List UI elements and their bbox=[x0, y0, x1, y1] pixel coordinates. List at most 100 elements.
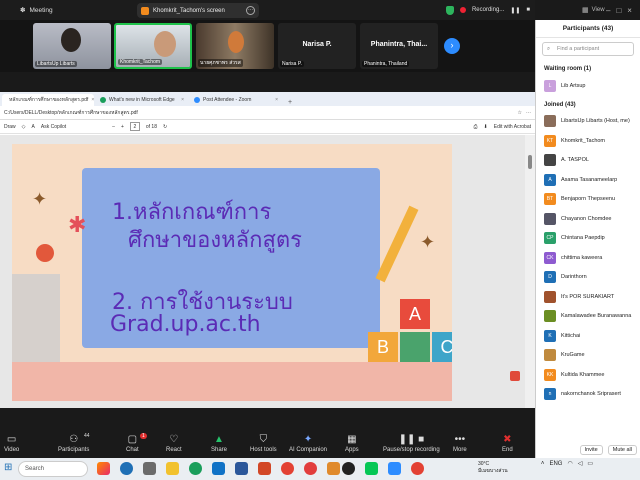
stop-icon[interactable]: ■ bbox=[526, 7, 530, 13]
chevron-up-icon[interactable]: ˄ bbox=[541, 461, 545, 467]
participant-row[interactable]: KT Khomkrit_Tachom bbox=[536, 131, 640, 151]
taskbar-search[interactable]: Search bbox=[18, 461, 88, 477]
media-player-icon[interactable] bbox=[342, 462, 355, 475]
outlook-icon[interactable] bbox=[212, 462, 225, 475]
participant-row[interactable]: LibartsUp Libarts (Host, me) bbox=[536, 112, 640, 132]
file-explorer-icon[interactable] bbox=[143, 462, 156, 475]
participant-row[interactable]: It's POR SURAKIART bbox=[536, 287, 640, 307]
chrome-icon[interactable] bbox=[411, 462, 424, 475]
opera-icon[interactable] bbox=[304, 462, 317, 475]
pdf-scrollbar[interactable] bbox=[525, 135, 535, 408]
app-icon[interactable] bbox=[327, 462, 340, 475]
wifi-icon[interactable]: ◠ bbox=[567, 460, 572, 467]
joined-header[interactable]: Joined (43) bbox=[536, 96, 640, 112]
save-icon[interactable]: ⬇ bbox=[484, 124, 488, 130]
view-menu[interactable]: ▦ View bbox=[582, 0, 605, 20]
tab-zoom[interactable]: Post Attendee - Zoom × bbox=[190, 94, 282, 106]
recording-label[interactable]: Recording... bbox=[472, 7, 504, 13]
react-button[interactable]: ♡ React bbox=[166, 435, 182, 454]
tab-edge[interactable]: What's new in Microsoft Edge × bbox=[96, 94, 188, 106]
participant-row[interactable]: A Asama Tasanameelarp bbox=[536, 170, 640, 190]
participant-row[interactable]: KruGame bbox=[536, 346, 640, 366]
participant-row[interactable]: CP Chintana Paepdip bbox=[536, 229, 640, 249]
participant-row[interactable]: Kamalawadee Buranawanna bbox=[536, 307, 640, 327]
line-icon[interactable] bbox=[365, 462, 378, 475]
tab-pdf[interactable]: หลักเกณฑ์การศึกษาของหลักสูตร.pdf × bbox=[2, 94, 94, 106]
participant-row[interactable]: KK Kultida Khammee bbox=[536, 365, 640, 385]
pdf-viewport[interactable]: 1.หลักเกณฑ์การ ศึกษาของหลักสูตร 2. การใช… bbox=[0, 135, 535, 408]
participant-row[interactable]: D Darinthorn bbox=[536, 268, 640, 288]
ask-copilot-button[interactable]: Ask Copilot bbox=[41, 124, 66, 130]
burst-decoration-icon: ✱ bbox=[68, 212, 87, 237]
screen-share-tab[interactable]: Khomkrit_Tachom's screen ··· bbox=[137, 3, 259, 18]
page-number-input[interactable]: 2 bbox=[129, 122, 140, 131]
apps-button[interactable]: ▦ Apps bbox=[345, 435, 359, 454]
powerpoint-icon[interactable] bbox=[258, 462, 271, 475]
pause-icon[interactable]: ❚❚ bbox=[510, 7, 520, 14]
zoom-icon[interactable] bbox=[388, 462, 401, 475]
ai-companion-button[interactable]: ✦ AI Companion bbox=[289, 435, 327, 454]
share-button[interactable]: ▲ Share bbox=[211, 435, 227, 454]
rotate-icon[interactable]: ↻ bbox=[163, 124, 167, 130]
acrobat-icon[interactable] bbox=[510, 371, 520, 381]
participant-tile[interactable]: Phanintra, Thai... Phanintra, Thailand bbox=[360, 23, 438, 69]
edge-icon[interactable] bbox=[189, 462, 202, 475]
chat-button[interactable]: ▢ 1 Chat bbox=[126, 433, 147, 453]
word-icon[interactable] bbox=[235, 462, 248, 475]
eraser-icon[interactable]: ◇ bbox=[22, 124, 26, 130]
participant-name: It's POR SURAKIART bbox=[561, 293, 615, 300]
waiting-room-header[interactable]: Waiting room (1) bbox=[536, 60, 640, 76]
zoom-out-button[interactable]: – bbox=[112, 124, 115, 130]
video-button[interactable]: ▭ Video bbox=[4, 435, 19, 454]
close-icon[interactable]: × bbox=[91, 97, 94, 103]
text-icon[interactable]: A bbox=[32, 124, 35, 130]
find-participant-input[interactable]: ⌕ Find a participant bbox=[542, 42, 634, 56]
minimize-icon[interactable]: – bbox=[606, 6, 610, 15]
participant-tile[interactable]: Narisa P. Narisa P. bbox=[278, 23, 356, 69]
host-tools-button[interactable]: ⛉ Host tools bbox=[250, 435, 277, 454]
new-tab-button[interactable]: + bbox=[284, 99, 296, 106]
edit-acrobat-button[interactable]: Edit with Acrobat bbox=[494, 124, 531, 130]
search-placeholder: Search bbox=[25, 466, 45, 472]
participant-tile-active-speaker[interactable]: Khomkrit_Tachom bbox=[114, 23, 192, 69]
pause-stop-recording-button[interactable]: ❚❚ ■ Pause/stop recording bbox=[383, 435, 440, 454]
participant-row[interactable]: n nakornchanok Sriprasert bbox=[536, 385, 640, 405]
participant-row[interactable]: A. TASPOL bbox=[536, 151, 640, 171]
close-icon[interactable]: × bbox=[181, 97, 184, 103]
print-icon[interactable]: ⎙ bbox=[474, 124, 478, 130]
chrome-icon[interactable] bbox=[281, 462, 294, 475]
participant-row[interactable]: CK chittima kaweera bbox=[536, 248, 640, 268]
folder-icon[interactable] bbox=[166, 462, 179, 475]
weather-widget[interactable]: 30°C มีเมฆบางส่วน bbox=[478, 461, 508, 475]
more-options-icon[interactable]: ··· bbox=[246, 6, 255, 15]
close-icon[interactable]: × bbox=[275, 97, 278, 103]
battery-icon[interactable]: ▭ bbox=[587, 460, 593, 467]
participant-row[interactable]: K Kittichai bbox=[536, 326, 640, 346]
participant-row[interactable]: BT Benjaporn Thepseenu bbox=[536, 190, 640, 210]
participant-tile[interactable]: LibartsUp Libarts bbox=[33, 23, 111, 69]
participant-tile[interactable]: นายศุภชาพร ส่วรส bbox=[196, 23, 274, 69]
meeting-info[interactable]: ✽ Meeting bbox=[20, 6, 53, 15]
draw-button[interactable]: Draw bbox=[4, 124, 16, 130]
waiting-participant-row[interactable]: L Lib Artsup bbox=[536, 76, 640, 96]
settings-icon[interactable]: ⋯ bbox=[526, 110, 531, 116]
scrollbar-thumb[interactable] bbox=[528, 155, 532, 169]
block-b: B bbox=[368, 332, 398, 362]
start-icon[interactable]: ⊞ bbox=[4, 462, 12, 473]
zoom-in-button[interactable]: + bbox=[121, 124, 124, 130]
end-meeting-button[interactable]: ✖ End bbox=[502, 435, 513, 454]
app-icon[interactable] bbox=[97, 462, 110, 475]
participant-row[interactable]: Chayanon Chomdee bbox=[536, 209, 640, 229]
volume-icon[interactable]: ◁ bbox=[578, 460, 583, 467]
close-icon[interactable]: × bbox=[627, 6, 632, 15]
more-button[interactable]: ••• More bbox=[453, 435, 467, 454]
invite-button[interactable]: Invite bbox=[579, 445, 603, 455]
address-bar[interactable]: C:/Users/DELL/Desktop/หลักเกณฑ์การศึกษาข… bbox=[0, 106, 535, 120]
language-indicator[interactable]: ENG bbox=[549, 461, 562, 467]
star-icon[interactable]: ☆ bbox=[518, 110, 522, 116]
participants-button[interactable]: ⚇ 44 Participants bbox=[58, 433, 90, 453]
mute-all-button[interactable]: Mute all bbox=[607, 445, 637, 455]
maximize-icon[interactable]: □ bbox=[616, 6, 621, 15]
next-page-arrow-icon[interactable]: › bbox=[444, 38, 460, 54]
app-icon[interactable] bbox=[120, 462, 133, 475]
